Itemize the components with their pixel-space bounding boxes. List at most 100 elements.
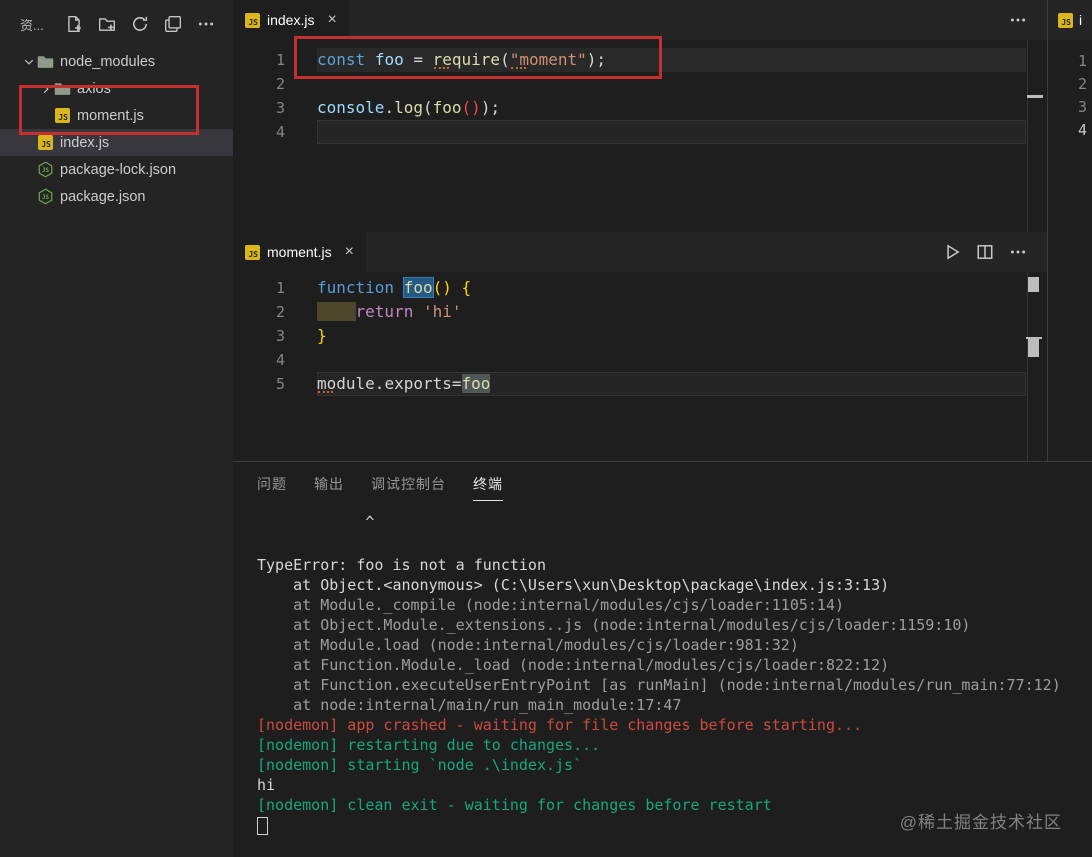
terminal-line: at Function.executeUserEntryPoint [as ru… bbox=[257, 675, 1086, 695]
tab-label: i bbox=[1079, 12, 1082, 28]
terminal-output[interactable]: ^TypeError: foo is not a function at Obj… bbox=[257, 512, 1086, 840]
tab-label: moment.js bbox=[267, 244, 332, 260]
overview-ruler-mark bbox=[1027, 95, 1043, 98]
line-number: 2 bbox=[233, 300, 296, 324]
code-line-content bbox=[296, 120, 317, 144]
code-line-3[interactable]: 3console.log(foo()); bbox=[233, 96, 1047, 120]
code-editor-index[interactable]: 1const foo = require("moment");23console… bbox=[233, 40, 1047, 144]
terminal-line: at Object.<anonymous> (C:\Users\xun\Desk… bbox=[257, 575, 1086, 595]
tree-item-label: moment.js bbox=[77, 108, 144, 124]
editor-group-right-sliver[interactable]: JS i 1234 bbox=[1047, 0, 1092, 461]
code-line-1[interactable]: 1const foo = require("moment"); bbox=[233, 48, 1047, 72]
line-number: 3 bbox=[233, 324, 296, 348]
tree-item-label: package.json bbox=[60, 189, 145, 205]
chevron-spacer bbox=[37, 108, 54, 124]
panel-tab-active[interactable]: 终端 bbox=[473, 474, 503, 501]
line-numbers: 1234 bbox=[1078, 50, 1087, 142]
tree-item-index-js[interactable]: JS index.js bbox=[0, 129, 233, 156]
explorer-sidebar: 资... bbox=[0, 0, 233, 857]
code-line-5[interactable]: 5module.exports=foo bbox=[233, 372, 1047, 396]
code-editor-moment[interactable]: 1function foo() {2 return 'hi'3}45module… bbox=[233, 272, 1047, 396]
js-icon: JS bbox=[37, 135, 54, 151]
tree-item-package-lock-json[interactable]: JS package-lock.json bbox=[0, 156, 233, 183]
chevron-down-icon bbox=[20, 54, 37, 70]
collapse-folders-icon[interactable] bbox=[164, 15, 182, 33]
terminal-line: hi bbox=[257, 775, 1086, 795]
scrollbar-divider bbox=[1027, 272, 1028, 461]
panel-tab-inactive[interactable]: 问题 bbox=[257, 474, 287, 501]
run-file-icon[interactable] bbox=[943, 243, 961, 261]
tree-item-label: index.js bbox=[60, 135, 109, 151]
code-line-content: function foo() { bbox=[296, 276, 471, 300]
overview-ruler-mark bbox=[1028, 339, 1039, 357]
code-line-content bbox=[296, 348, 317, 372]
tree-item-label: axios bbox=[77, 81, 111, 97]
terminal-line: at Object.Module._extensions..js (node:i… bbox=[257, 615, 1086, 635]
scrollbar-divider bbox=[1027, 40, 1028, 232]
tree-item-label: node_modules bbox=[60, 54, 155, 70]
close-tab-icon[interactable]: × bbox=[345, 244, 354, 260]
code-line-content: module.exports=foo bbox=[296, 372, 490, 396]
line-number: 4 bbox=[233, 120, 296, 144]
explorer-title: 资... bbox=[20, 15, 50, 34]
editor-group-moment: JS moment.js × 1function foo bbox=[233, 232, 1047, 461]
more-actions-icon[interactable] bbox=[1009, 11, 1027, 29]
code-line-content: console.log(foo()); bbox=[296, 96, 500, 120]
code-line-2[interactable]: 2 bbox=[233, 72, 1047, 96]
terminal-line: [nodemon] restarting due to changes... bbox=[257, 735, 1086, 755]
tree-item-axios[interactable]: axios bbox=[0, 75, 233, 102]
panel-tabbar: 问题输出调试控制台终端 bbox=[233, 462, 1092, 501]
code-line-2[interactable]: 2 return 'hi' bbox=[233, 300, 1047, 324]
tabbar-index: JS index.js × bbox=[233, 0, 1047, 40]
panel-tab-inactive[interactable]: 调试控制台 bbox=[371, 474, 446, 501]
code-line-4[interactable]: 4 bbox=[233, 120, 1047, 144]
refresh-icon[interactable] bbox=[131, 15, 149, 33]
split-editor-icon[interactable] bbox=[976, 243, 994, 261]
line-number: 1 bbox=[233, 48, 296, 72]
terminal-line: ^ bbox=[257, 512, 1086, 532]
overview-ruler-mark bbox=[1028, 277, 1039, 292]
tree-item-moment-js[interactable]: JSmoment.js bbox=[0, 102, 233, 129]
bottom-panel: 问题输出调试控制台终端 ^TypeError: foo is not a fun… bbox=[233, 461, 1092, 857]
new-file-icon[interactable] bbox=[65, 15, 83, 33]
node-icon: JS bbox=[37, 162, 54, 178]
panel-tab-inactive[interactable]: 输出 bbox=[314, 474, 344, 501]
line-number: 5 bbox=[233, 372, 296, 396]
tab-index-js[interactable]: JS index.js × bbox=[233, 0, 349, 40]
chevron-spacer bbox=[20, 135, 37, 151]
chevron-spacer bbox=[20, 189, 37, 205]
explorer-toolbar: 资... bbox=[0, 0, 233, 48]
line-number: 1 bbox=[233, 276, 296, 300]
tree-item-node-modules[interactable]: node_modules bbox=[0, 48, 233, 75]
terminal-line: at node:internal/main/run_main_module:17… bbox=[257, 695, 1086, 715]
code-line-3[interactable]: 3} bbox=[233, 324, 1047, 348]
terminal-line: [nodemon] app crashed - waiting for file… bbox=[257, 715, 1086, 735]
code-line-content bbox=[296, 72, 317, 96]
terminal-line: at Module._compile (node:internal/module… bbox=[257, 595, 1086, 615]
code-line-4[interactable]: 4 bbox=[233, 348, 1047, 372]
folder-icon bbox=[54, 81, 71, 97]
terminal-cursor bbox=[257, 817, 268, 835]
tabbar-moment: JS moment.js × bbox=[233, 232, 1047, 272]
code-line-1[interactable]: 1function foo() { bbox=[233, 276, 1047, 300]
code-line-content: const foo = require("moment"); bbox=[296, 48, 606, 72]
new-folder-icon[interactable] bbox=[98, 15, 116, 33]
more-actions-icon[interactable] bbox=[197, 15, 215, 33]
tab-moment-js[interactable]: JS moment.js × bbox=[233, 232, 366, 272]
node-icon: JS bbox=[37, 189, 54, 205]
folder-icon bbox=[37, 54, 54, 70]
terminal-line: at Function.Module._load (node:internal/… bbox=[257, 655, 1086, 675]
code-line-content: return 'hi' bbox=[296, 300, 462, 324]
vscode-window: 资... bbox=[0, 0, 1092, 857]
svg-text:JS: JS bbox=[42, 195, 50, 201]
tabbar-right: JS i bbox=[1048, 0, 1092, 40]
tree-item-package-json[interactable]: JS package.json bbox=[0, 183, 233, 210]
terminal-line: at Module.load (node:internal/modules/cj… bbox=[257, 635, 1086, 655]
more-actions-icon[interactable] bbox=[1009, 243, 1027, 261]
line-number: 3 bbox=[233, 96, 296, 120]
tree-item-label: package-lock.json bbox=[60, 162, 176, 178]
file-tree: node_modulesaxiosJSmoment.jsJSindex.jsJS… bbox=[0, 48, 233, 210]
svg-text:JS: JS bbox=[42, 168, 50, 174]
close-tab-icon[interactable]: × bbox=[327, 12, 336, 28]
js-file-icon: JS bbox=[245, 245, 260, 260]
